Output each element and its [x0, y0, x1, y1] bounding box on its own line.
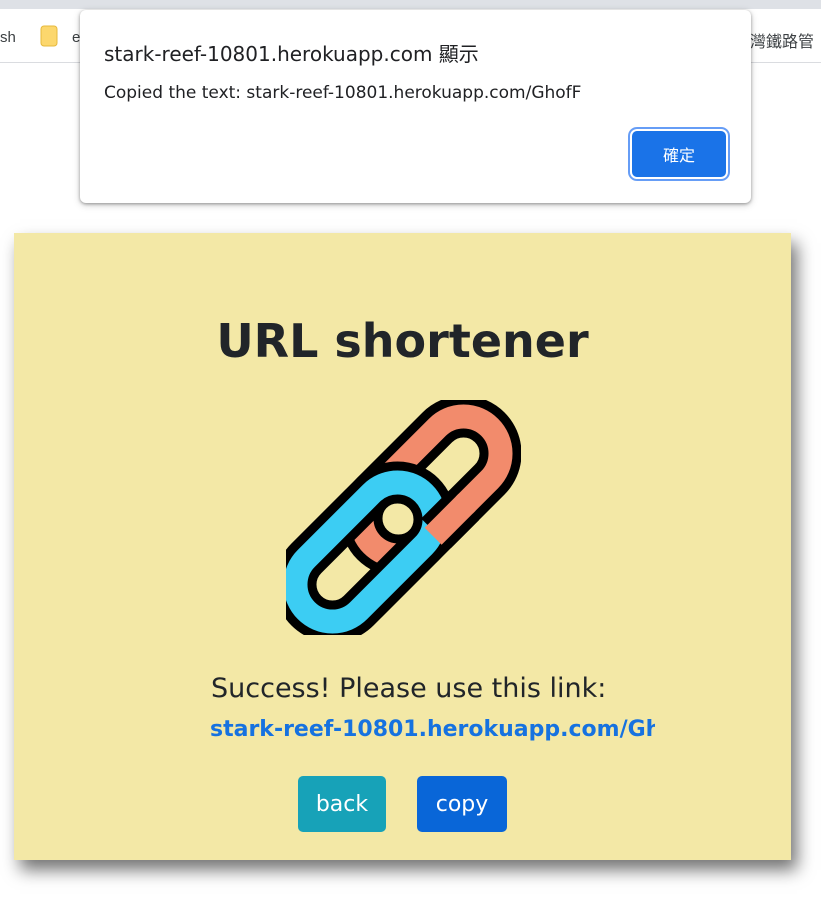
bookmark-item[interactable]: sh — [0, 29, 16, 46]
chain-link-icon — [286, 400, 521, 635]
dialog-message: Copied the text: stark-reef-10801.heroku… — [104, 83, 582, 103]
back-button[interactable]: back — [298, 776, 386, 832]
success-message: Success! Please use this link: — [211, 673, 607, 704]
alert-dialog: stark-reef-10801.herokuapp.com 顯示 Copied… — [80, 10, 751, 203]
folder-icon[interactable] — [40, 25, 58, 47]
short-link[interactable]: stark-reef-10801.herokuapp.com/GhofF — [210, 717, 655, 742]
dialog-ok-button[interactable]: 確定 — [632, 131, 726, 177]
page-title: URL shortener — [216, 314, 589, 368]
url-shortener-card: URL shortener Success! Please use this l… — [14, 233, 791, 860]
copy-button[interactable]: copy — [417, 776, 507, 832]
dialog-title: stark-reef-10801.herokuapp.com 顯示 — [104, 42, 479, 66]
browser-tab-strip — [0, 0, 821, 9]
